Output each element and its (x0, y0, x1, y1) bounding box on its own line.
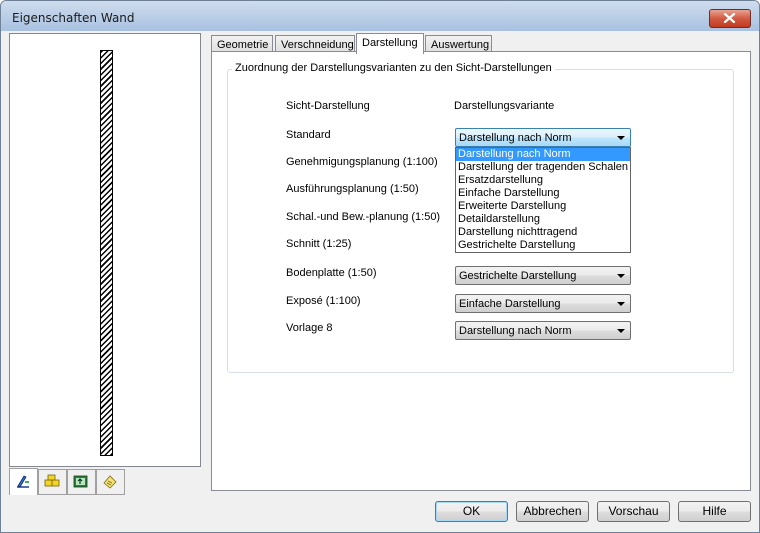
icon-tab-notes[interactable] (96, 469, 125, 495)
assignment-group: Zuordnung der Darstellungsvarianten zu d… (227, 62, 734, 373)
dropdown-option[interactable]: Detaildarstellung (456, 213, 630, 226)
drawing-properties-icon (17, 475, 29, 488)
chevron-down-icon (617, 136, 625, 140)
row-label-vorlage-8: Vorlage 8 (286, 322, 333, 334)
chevron-down-icon (617, 329, 625, 333)
notes-icon (103, 475, 117, 489)
icon-tab-layers[interactable] (38, 469, 67, 495)
combo-standard-dropdown: Darstellung nach Norm Darstellung der tr… (455, 147, 631, 253)
help-button[interactable]: Hilfe (678, 501, 751, 522)
dropdown-option[interactable]: Einfache Darstellung (456, 187, 630, 200)
tab-geometrie[interactable]: Geometrie (211, 35, 273, 52)
wall-preview (9, 33, 201, 467)
column-header-variant: Darstellungsvariante (454, 100, 555, 112)
tab-panel-darstellung: Zuordnung der Darstellungsvarianten zu d… (211, 51, 751, 491)
dropdown-option[interactable]: Erweiterte Darstellung (456, 200, 630, 213)
dialog-body: Geometrie Verschneidung Darstellung Ausw… (7, 31, 753, 526)
ok-button[interactable]: OK (435, 501, 508, 522)
tab-verschneidung[interactable]: Verschneidung (275, 35, 355, 52)
group-title: Zuordnung der Darstellungsvarianten zu d… (232, 62, 555, 74)
attributes-icon (73, 475, 88, 488)
row-label-bodenplatte: Bodenplatte (1:50) (286, 267, 377, 279)
icon-tab-drawing[interactable] (9, 468, 38, 495)
icon-tab-attributes[interactable] (67, 469, 96, 495)
layers-icon (44, 474, 60, 487)
dropdown-option[interactable]: Darstellung nach Norm (456, 148, 630, 161)
chevron-down-icon (617, 274, 625, 278)
combo-bodenplatte-value: Gestrichelte Darstellung (459, 270, 577, 282)
dialog-window: Eigenschaften Wand Geometrie Verschneidu… (0, 0, 760, 533)
row-label-genehmigungsplanung: Genehmigungsplanung (1:100) (286, 156, 438, 168)
tab-auswertung[interactable]: Auswertung (425, 35, 492, 52)
close-icon (723, 13, 736, 23)
wall-hatch-graphic (100, 50, 113, 456)
column-header-view: Sicht-Darstellung (286, 100, 370, 112)
combo-bodenplatte[interactable]: Gestrichelte Darstellung (455, 266, 631, 285)
dropdown-option[interactable]: Darstellung nichttragend (456, 226, 630, 239)
cancel-button[interactable]: Abbrechen (516, 501, 589, 522)
row-label-schal-bew-planung: Schal.-und Bew.-planung (1:50) (286, 211, 441, 223)
combo-vorlage-8-value: Darstellung nach Norm (459, 325, 572, 337)
row-label-expose: Exposé (1:100) (286, 295, 361, 307)
row-label-standard: Standard (286, 129, 331, 141)
combo-vorlage-8[interactable]: Darstellung nach Norm (455, 321, 631, 340)
dropdown-option[interactable]: Darstellung der tragenden Schalen (456, 161, 630, 174)
chevron-down-icon (617, 302, 625, 306)
title-bar[interactable]: Eigenschaften Wand (1, 1, 759, 31)
dropdown-option[interactable]: Ersatzdarstellung (456, 174, 630, 187)
row-label-schnitt: Schnitt (1:25) (286, 238, 352, 250)
tab-darstellung[interactable]: Darstellung (356, 33, 424, 54)
combo-standard-value: Darstellung nach Norm (459, 132, 572, 144)
window-title: Eigenschaften Wand (12, 11, 135, 25)
combo-standard[interactable]: Darstellung nach Norm (455, 128, 631, 147)
combo-expose[interactable]: Einfache Darstellung (455, 294, 631, 313)
row-label-ausfuehrungsplanung: Ausführungsplanung (1:50) (286, 183, 419, 195)
combo-expose-value: Einfache Darstellung (459, 298, 561, 310)
close-button[interactable] (709, 9, 751, 28)
dropdown-option[interactable]: Gestrichelte Darstellung (456, 239, 630, 252)
preview-button[interactable]: Vorschau (597, 501, 670, 522)
